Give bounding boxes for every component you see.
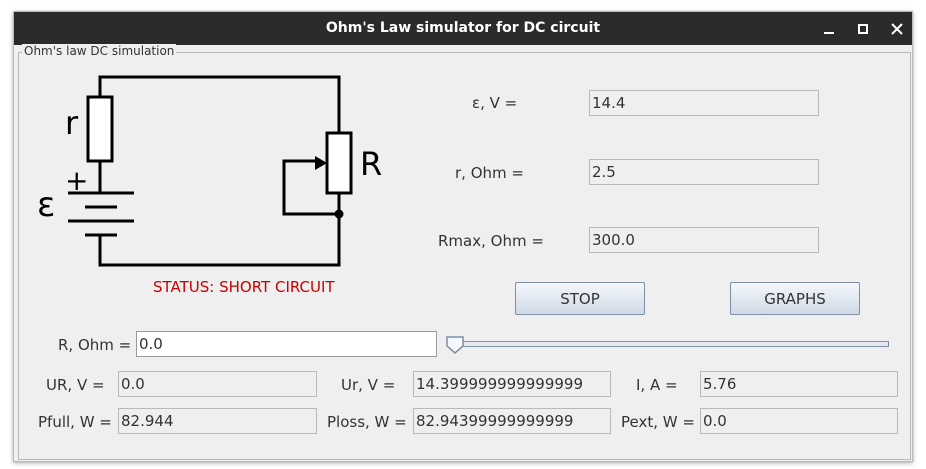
ur-load-label: UR, V = bbox=[46, 376, 105, 394]
ur-internal-field: 14.399999999999999 bbox=[413, 371, 611, 397]
maximize-button[interactable] bbox=[850, 16, 876, 42]
rmax-label: Rmax, Ohm = bbox=[438, 232, 544, 250]
minimize-icon bbox=[824, 32, 834, 34]
pfull-label: Pfull, W = bbox=[38, 413, 112, 431]
r-field[interactable]: 2.5 bbox=[589, 159, 819, 185]
rmax-field[interactable]: 300.0 bbox=[589, 227, 819, 253]
battery-symbol bbox=[68, 191, 134, 237]
ur-load-field: 0.0 bbox=[118, 371, 317, 397]
rheostat-arrow-icon bbox=[315, 156, 327, 170]
maximize-icon bbox=[858, 24, 868, 34]
emf-label: ε, V = bbox=[472, 94, 518, 112]
slider-thumb[interactable] bbox=[446, 336, 464, 354]
stop-button[interactable]: STOP bbox=[515, 282, 645, 315]
minimize-button[interactable] bbox=[816, 16, 842, 42]
label-R: R bbox=[360, 145, 382, 183]
pext-label: Pext, W = bbox=[621, 413, 695, 431]
circuit-wires bbox=[98, 75, 341, 267]
circuit-diagram: r R + ε bbox=[37, 75, 382, 267]
junction-dot bbox=[334, 209, 344, 219]
current-field: 5.76 bbox=[700, 371, 898, 397]
pfull-field: 82.944 bbox=[118, 408, 317, 434]
ploss-field: 82.94399999999999 bbox=[413, 408, 611, 434]
emf-field[interactable]: 14.4 bbox=[589, 90, 819, 116]
load-resistor bbox=[325, 131, 353, 195]
ur-internal-label: Ur, V = bbox=[341, 376, 396, 394]
load-label: R, Ohm = bbox=[58, 336, 132, 354]
current-label: I, A = bbox=[636, 376, 678, 394]
load-field[interactable]: 0.0 bbox=[136, 331, 437, 357]
graphs-button[interactable]: GRAPHS bbox=[730, 282, 860, 315]
panel-title: Ohm's law DC simulation bbox=[22, 44, 177, 58]
ploss-label: Ploss, W = bbox=[327, 413, 407, 431]
label-r: r bbox=[65, 104, 79, 142]
pext-field: 0.0 bbox=[700, 408, 898, 434]
status-text: STATUS: SHORT CIRCUIT bbox=[153, 278, 335, 296]
r-label: r, Ohm = bbox=[455, 164, 524, 182]
close-button[interactable] bbox=[884, 16, 910, 42]
label-emf: ε bbox=[37, 185, 55, 225]
load-slider[interactable] bbox=[449, 341, 889, 347]
title-bar[interactable]: Ohm's Law simulator for DC circuit bbox=[14, 12, 912, 45]
internal-resistor bbox=[86, 95, 114, 163]
label-plus: + bbox=[65, 164, 88, 197]
window-title: Ohm's Law simulator for DC circuit bbox=[325, 20, 601, 36]
close-icon bbox=[891, 23, 903, 35]
